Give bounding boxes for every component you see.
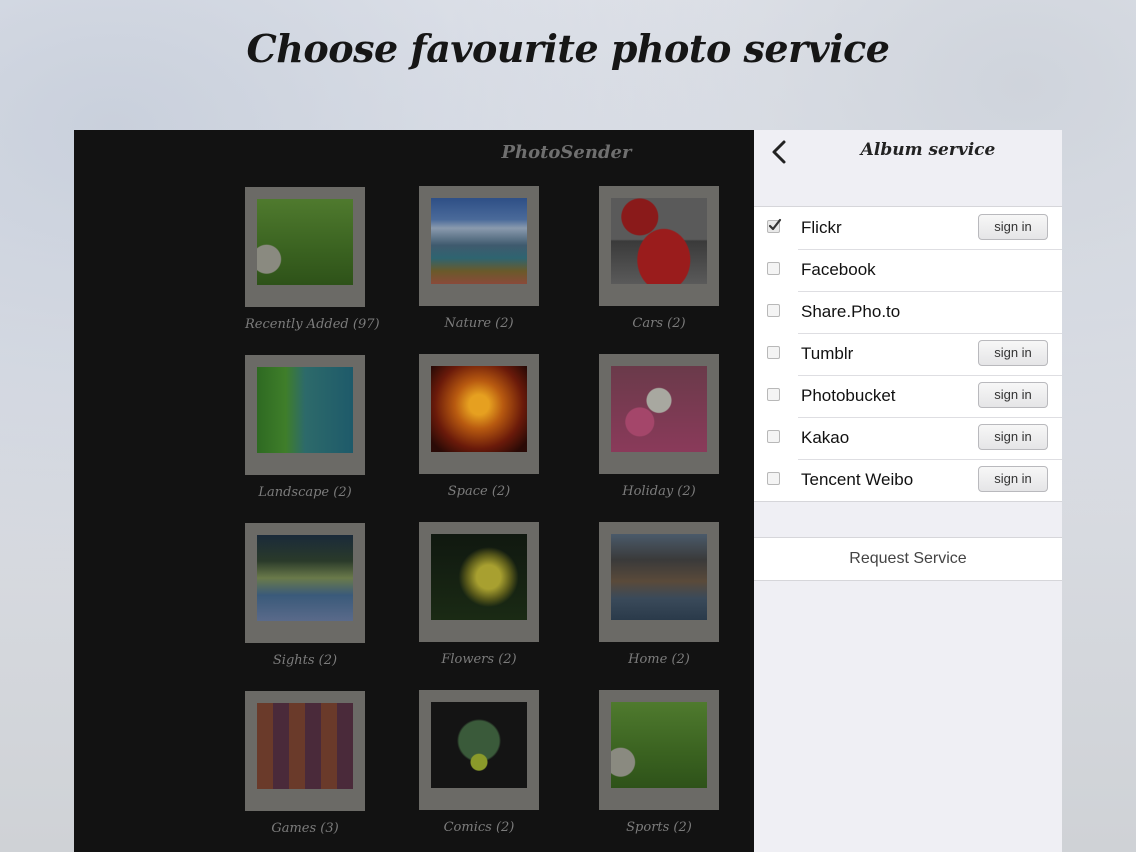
service-name: Facebook <box>801 260 876 279</box>
sign-in-button[interactable]: sign in <box>978 466 1048 492</box>
panel-title: Album service <box>860 140 996 160</box>
album-frame[interactable] <box>245 187 365 307</box>
album-thumbnail <box>431 534 527 620</box>
album-recently-added[interactable]: Recently Added (97) <box>245 187 380 332</box>
service-row-facebook[interactable]: Facebook <box>754 249 1062 291</box>
album-thumbnail <box>257 367 353 453</box>
service-list: Flickr sign in Facebook Share.Pho.to Tum… <box>754 206 1062 502</box>
album-thumbnail <box>611 366 707 452</box>
sign-in-button[interactable]: sign in <box>978 214 1048 240</box>
album-label: Flowers (2) <box>441 652 517 667</box>
album-thumbnail <box>611 702 707 788</box>
album-label: Recently Added (97) <box>245 317 380 332</box>
album-thumbnail <box>431 366 527 452</box>
sign-in-button[interactable]: sign in <box>978 340 1048 366</box>
service-row-tumblr[interactable]: Tumblr sign in <box>754 333 1062 375</box>
checkbox[interactable] <box>767 218 782 233</box>
headline: Choose favourite photo service <box>246 26 890 71</box>
album-thumbnail <box>611 198 707 284</box>
album-comics[interactable]: Comics (2) <box>419 690 539 835</box>
album-thumbnail <box>611 534 707 620</box>
album-thumbnail <box>257 535 353 621</box>
album-label: Comics (2) <box>443 820 515 835</box>
album-label: Home (2) <box>628 652 690 667</box>
album-label: Games (3) <box>271 821 339 836</box>
album-nature[interactable]: Nature (2) <box>419 186 539 331</box>
album-label: Space (2) <box>447 484 511 499</box>
album-thumbnail <box>257 199 353 285</box>
chevron-left-icon[interactable] <box>768 138 792 166</box>
album-service-panel: Album service Flickr sign in Facebook Sh… <box>754 130 1062 852</box>
album-games[interactable]: Games (3) <box>245 691 365 836</box>
service-name: Kakao <box>801 428 850 447</box>
panel-header: Album service <box>754 130 1062 174</box>
album-sports[interactable]: Sports (2) <box>599 690 719 835</box>
sign-in-button[interactable]: sign in <box>978 424 1048 450</box>
checkbox[interactable] <box>767 304 780 317</box>
album-thumbnail <box>431 702 527 788</box>
album-flowers[interactable]: Flowers (2) <box>419 522 539 667</box>
service-name: Tencent Weibo <box>801 470 914 489</box>
request-service-button[interactable]: Request Service <box>754 537 1062 581</box>
sign-in-button[interactable]: sign in <box>978 382 1048 408</box>
service-name: Flickr <box>801 218 842 237</box>
service-name: Photobucket <box>801 386 896 405</box>
album-frame[interactable] <box>599 522 719 642</box>
checkbox[interactable] <box>767 430 780 443</box>
album-frame[interactable] <box>419 186 539 306</box>
service-row-flickr[interactable]: Flickr sign in <box>754 207 1062 249</box>
album-label: Holiday (2) <box>622 484 696 499</box>
checkbox[interactable] <box>767 388 780 401</box>
album-thumbnail <box>257 703 353 789</box>
album-frame[interactable] <box>599 354 719 474</box>
service-row-tencent-weibo[interactable]: Tencent Weibo sign in <box>754 459 1062 501</box>
app-title: PhotoSender <box>501 142 632 163</box>
checkbox[interactable] <box>767 472 780 485</box>
album-frame[interactable] <box>245 691 365 811</box>
album-label: Sights (2) <box>272 653 338 668</box>
album-label: Cars (2) <box>632 316 686 331</box>
album-frame[interactable] <box>419 354 539 474</box>
album-cars[interactable]: Cars (2) <box>599 186 719 331</box>
album-frame[interactable] <box>419 690 539 810</box>
album-frame[interactable] <box>245 523 365 643</box>
checkbox[interactable] <box>767 346 780 359</box>
checkbox[interactable] <box>767 262 780 275</box>
service-row-share-pho-to[interactable]: Share.Pho.to <box>754 291 1062 333</box>
checkmark-icon <box>768 218 782 231</box>
service-row-photobucket[interactable]: Photobucket sign in <box>754 375 1062 417</box>
album-space[interactable]: Space (2) <box>419 354 539 499</box>
album-landscape[interactable]: Landscape (2) <box>245 355 365 500</box>
album-holiday[interactable]: Holiday (2) <box>599 354 719 499</box>
service-name: Tumblr <box>801 344 854 363</box>
album-frame[interactable] <box>599 690 719 810</box>
album-label: Nature (2) <box>444 316 514 331</box>
service-row-kakao[interactable]: Kakao sign in <box>754 417 1062 459</box>
photosender-app: PhotoSender Recently Added (97) Nature (… <box>74 130 754 852</box>
album-home[interactable]: Home (2) <box>599 522 719 667</box>
album-thumbnail <box>431 198 527 284</box>
service-name: Share.Pho.to <box>801 302 901 321</box>
album-frame[interactable] <box>419 522 539 642</box>
album-sights[interactable]: Sights (2) <box>245 523 365 668</box>
album-label: Landscape (2) <box>258 485 352 500</box>
album-label: Sports (2) <box>626 820 692 835</box>
album-frame[interactable] <box>599 186 719 306</box>
album-frame[interactable] <box>245 355 365 475</box>
